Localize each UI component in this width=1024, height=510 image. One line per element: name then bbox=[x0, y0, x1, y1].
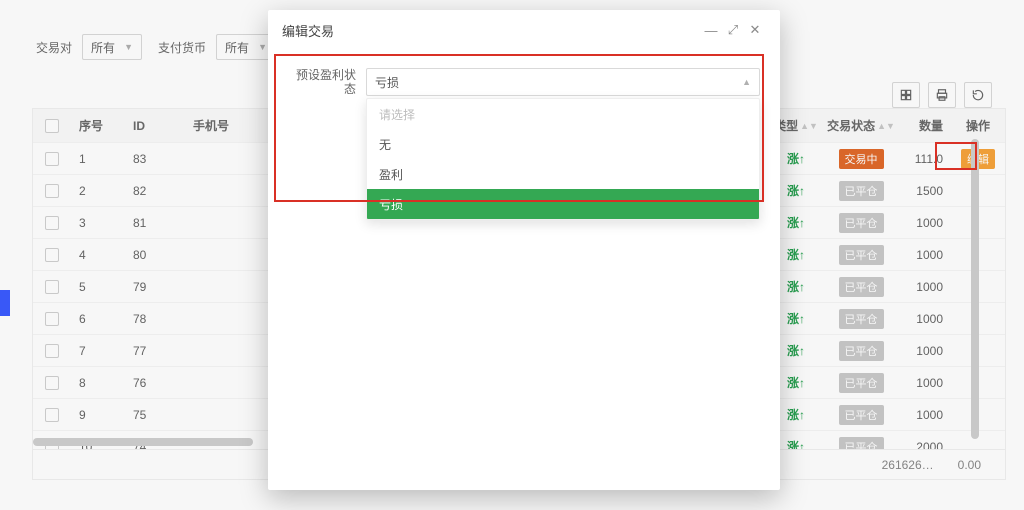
profit-status-value: 亏损 bbox=[375, 74, 399, 91]
dropdown-option[interactable]: 亏损 bbox=[367, 189, 759, 219]
dropdown-option[interactable]: 盈利 bbox=[367, 159, 759, 189]
minimize-icon[interactable]: — bbox=[700, 23, 722, 38]
profit-status-dropdown: 请选择 无盈利亏损 bbox=[366, 98, 760, 220]
profit-status-select[interactable]: 亏损 ▲ bbox=[366, 68, 760, 96]
modal-header: 编辑交易 — ⤢ ✕ bbox=[268, 10, 780, 50]
edit-trade-modal: 编辑交易 — ⤢ ✕ 预设盈利状态 亏损 ▲ 请选择 无盈利亏损 bbox=[268, 10, 780, 490]
profit-status-label: 预设盈利状态 bbox=[288, 68, 356, 96]
dropdown-option[interactable]: 无 bbox=[367, 129, 759, 159]
chevron-up-icon: ▲ bbox=[742, 77, 751, 87]
profit-status-row: 预设盈利状态 亏损 ▲ bbox=[288, 68, 760, 96]
dropdown-placeholder: 请选择 bbox=[367, 99, 759, 129]
modal-title: 编辑交易 bbox=[282, 21, 334, 40]
maximize-icon[interactable]: ⤢ bbox=[722, 22, 744, 38]
close-icon[interactable]: ✕ bbox=[744, 22, 766, 38]
